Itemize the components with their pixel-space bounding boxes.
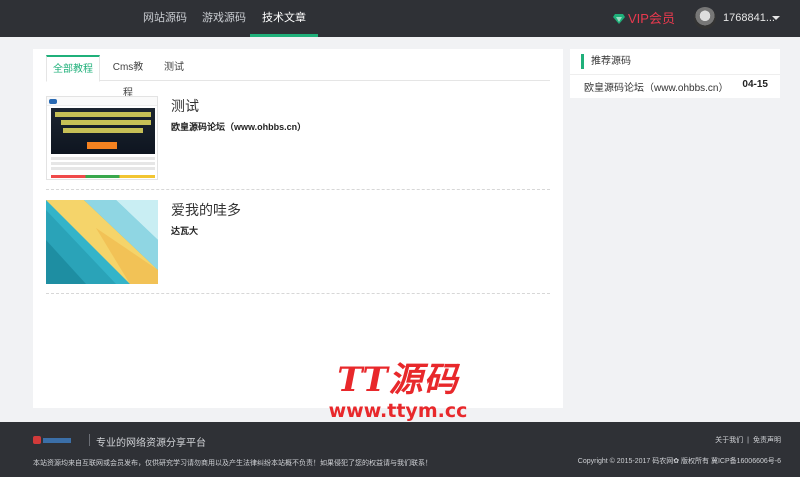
sidebar-item-date: 04-15: [742, 79, 768, 90]
vip-member-link[interactable]: VIP会员: [613, 0, 675, 37]
article-title[interactable]: 爱我的哇多: [171, 200, 241, 220]
top-navbar: 网站源码 游戏源码 技术文章 VIP会员 1768841...: [0, 0, 800, 37]
watermark-title: TT源码: [337, 360, 459, 400]
footer-slogan: 专业的网络资源分享平台: [96, 438, 206, 449]
article-title[interactable]: 测试: [171, 96, 199, 116]
logo-wordmark-icon: [43, 437, 71, 443]
divider: [89, 434, 90, 446]
website-screenshot-thumbnail[interactable]: [46, 96, 158, 180]
article-item[interactable]: 测试 欧皇源码论坛（www.ohbbs.cn）: [46, 96, 550, 190]
diamond-icon: [613, 13, 625, 24]
chevron-down-icon[interactable]: [772, 16, 780, 20]
nav-item-website-source[interactable]: 网站源码: [143, 0, 187, 37]
nav-item-tech-articles[interactable]: 技术文章: [250, 0, 318, 37]
site-footer: 专业的网络资源分享平台 本站资源均来自互联网或会员发布，仅供研究学习请勿商用以及…: [0, 422, 800, 477]
footer-disclaimer: 本站资源均来自互联网或会员发布，仅供研究学习请勿商用以及产生法律纠纷本站概不负责…: [33, 460, 432, 467]
category-tabs: 全部教程 Cms教程 测试: [46, 55, 550, 99]
tab-all-tutorials[interactable]: 全部教程: [46, 55, 100, 82]
article-list-panel: 全部教程 Cms教程 测试 测试 欧皇源码论坛（www.ohbbs.cn） 爱我…: [33, 49, 563, 408]
footer-copyright: Copyright © 2015-2017 码农网✿ 版权所有 冀ICP备160…: [577, 458, 781, 465]
user-avatar[interactable]: [694, 7, 716, 29]
watermark: TT源码 www.ttym.cc: [318, 360, 478, 422]
vip-label: VIP会员: [628, 11, 675, 26]
logo-mark-icon: [33, 436, 41, 444]
footer-links: 关于我们 | 免责声明: [715, 435, 781, 445]
footer-link-about[interactable]: 关于我们: [715, 437, 743, 444]
article-author: 达瓦大: [171, 226, 199, 236]
sidebar-heading: 推荐源码: [581, 54, 631, 69]
watermark-url: www.ttym.cc: [328, 400, 468, 422]
sidebar-item-link[interactable]: 欧皇源码论坛（www.ohbbs.cn）: [584, 79, 728, 94]
article-item[interactable]: 爱我的哇多 达瓦大: [46, 200, 550, 294]
nav-item-game-source[interactable]: 游戏源码: [202, 0, 246, 37]
divider: [570, 74, 780, 75]
article-author: 欧皇源码论坛（www.ohbbs.cn）: [171, 122, 307, 132]
tab-test[interactable]: 测试: [156, 55, 192, 81]
footer-logo[interactable]: [33, 435, 73, 445]
footer-link-disclaimer[interactable]: 免责声明: [753, 437, 781, 444]
tab-cms-tutorials[interactable]: Cms教程: [108, 55, 148, 99]
material-geometric-thumbnail[interactable]: [46, 200, 158, 284]
footer-link-separator: |: [747, 437, 749, 444]
username-label[interactable]: 1768841...: [723, 0, 775, 37]
recommended-sources-panel: 推荐源码 欧皇源码论坛（www.ohbbs.cn） 04-15: [570, 49, 780, 98]
